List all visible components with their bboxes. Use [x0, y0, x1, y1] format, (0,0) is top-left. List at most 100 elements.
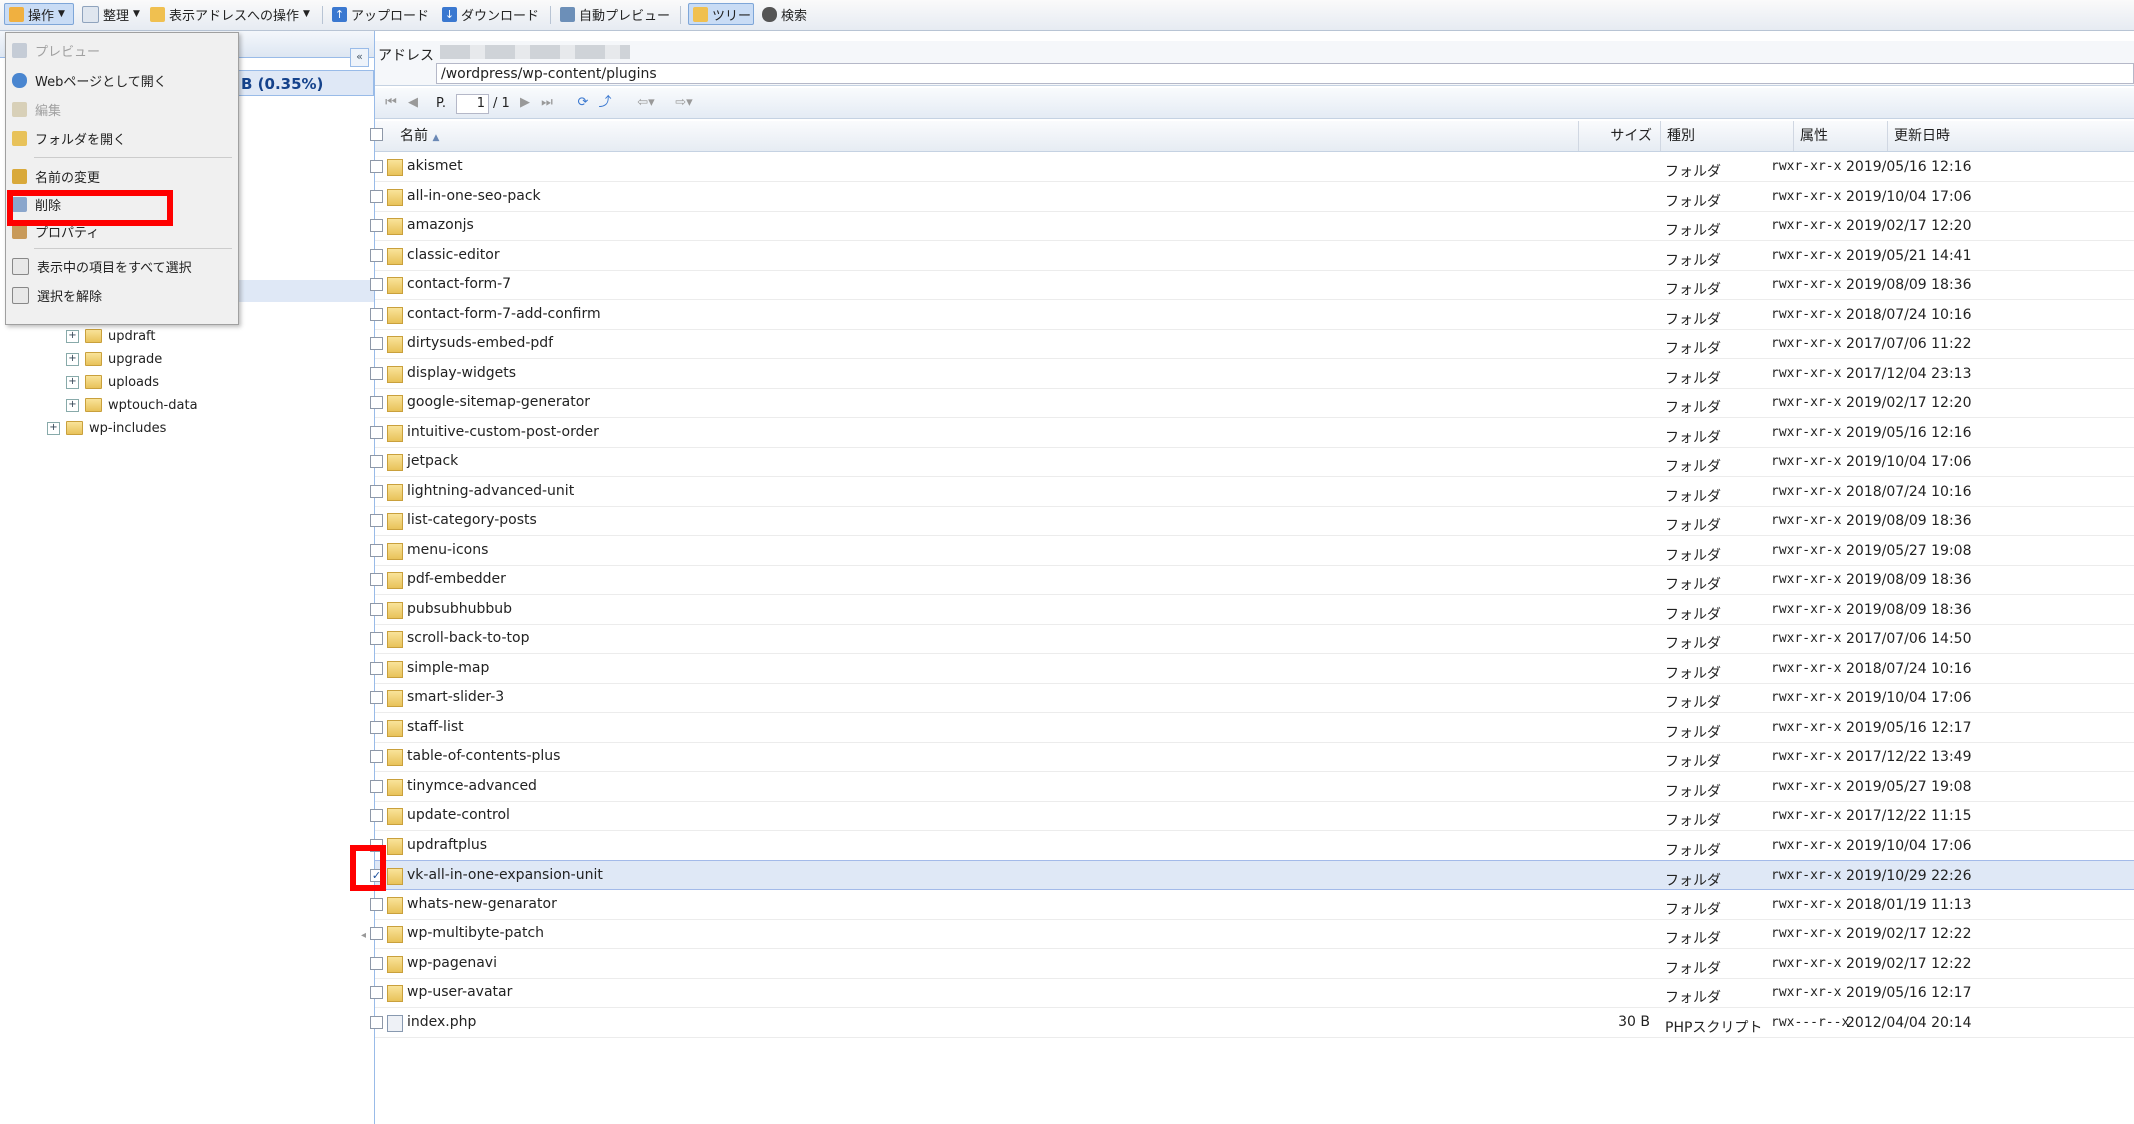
menu-item-rename[interactable]: 名前の変更 — [12, 164, 100, 188]
expand-icon[interactable]: + — [66, 329, 79, 343]
row-checkbox[interactable] — [370, 278, 383, 291]
table-row[interactable]: update-control フォルダ rwxr-xr-x 2017/12/22 11… — [370, 801, 2134, 831]
expand-icon[interactable]: + — [66, 398, 79, 412]
table-row[interactable]: whats-new-genarator フォルダ rwxr-xr-x 2018/01/… — [370, 890, 2134, 920]
row-checkbox[interactable] — [370, 544, 383, 557]
table-row[interactable]: google-sitemap-generator フォルダ rwxr-xr-x 201… — [370, 388, 2134, 418]
menu-item-preview[interactable]: プレビュー — [12, 38, 100, 62]
table-row[interactable]: contact-form-7-add-confirm フォルダ rwxr-xr-x 2… — [370, 300, 2134, 330]
table-row[interactable]: pubsubhubbub フォルダ rwxr-xr-x 2019/08/09 18:3… — [370, 595, 2134, 625]
upload-button[interactable]: ↑ アップロード — [328, 3, 438, 25]
row-checkbox[interactable] — [370, 455, 383, 468]
download-button[interactable]: ↓ ダウンロード — [438, 3, 548, 25]
table-row[interactable]: all-in-one-seo-pack フォルダ rwxr-xr-x 2019/10/… — [370, 182, 2134, 212]
table-row[interactable]: lightning-advanced-unit フォルダ rwxr-xr-x 2018… — [370, 477, 2134, 507]
column-header-perm[interactable]: 属性 — [1793, 121, 1887, 151]
select-all-checkbox[interactable] — [370, 128, 383, 141]
last-page-icon[interactable]: ⏭ — [540, 96, 554, 110]
row-checkbox[interactable] — [370, 426, 383, 439]
table-row[interactable]: scroll-back-to-top フォルダ rwxr-xr-x 2017/07/0… — [370, 624, 2134, 654]
menu-item-deselect[interactable]: 選択を解除 — [12, 283, 102, 307]
menu-item-edit[interactable]: 編集 — [12, 97, 61, 121]
row-checkbox[interactable] — [370, 396, 383, 409]
table-row[interactable]: pdf-embedder フォルダ rwxr-xr-x 2019/08/09 18:3… — [370, 565, 2134, 595]
row-checkbox[interactable] — [370, 603, 383, 616]
table-row[interactable]: intuitive-custom-post-order フォルダ rwxr-xr-x… — [370, 418, 2134, 448]
row-checkbox[interactable] — [370, 662, 383, 675]
menu-item-select-all[interactable]: 表示中の項目をすべて選択 — [12, 254, 192, 278]
row-checkbox[interactable] — [370, 780, 383, 793]
row-checkbox[interactable] — [370, 308, 383, 321]
table-row[interactable]: jetpack フォルダ rwxr-xr-x 2019/10/04 17:06 — [370, 447, 2134, 477]
expand-icon[interactable]: + — [47, 421, 60, 435]
organize-menu-button[interactable]: 整理 ▼ — [78, 3, 144, 25]
column-header-type[interactable]: 種別 — [1660, 121, 1793, 151]
table-row[interactable]: table-of-contents-plus フォルダ rwxr-xr-x 2017/… — [370, 742, 2134, 772]
collapse-pane-icon[interactable]: « — [350, 48, 369, 67]
table-row[interactable]: simple-map フォルダ rwxr-xr-x 2018/07/24 10:16 — [370, 654, 2134, 684]
menu-item-open-as-webpage[interactable]: Webページとして開く — [12, 68, 167, 92]
table-row[interactable]: contact-form-7 フォルダ rwxr-xr-x 2019/08/09 18… — [370, 270, 2134, 300]
row-checkbox[interactable] — [370, 957, 383, 970]
auto-preview-button[interactable]: 自動プレビュー — [556, 3, 674, 25]
row-checkbox[interactable] — [370, 573, 383, 586]
table-row[interactable]: staff-list フォルダ rwxr-xr-x 2019/05/16 12:17 — [370, 713, 2134, 743]
column-header-name[interactable]: 名前 ▲ — [394, 121, 1578, 151]
search-button[interactable]: 検索 — [758, 3, 818, 25]
table-row[interactable]: index.php 30 B PHPスクリプト rwx---r--x 2012/04/0… — [370, 1008, 2134, 1038]
expand-icon[interactable]: + — [66, 375, 79, 389]
row-checkbox[interactable] — [370, 691, 383, 704]
tree-item-uploads[interactable]: + uploads — [66, 372, 159, 392]
table-row[interactable]: akismet フォルダ rwxr-xr-x 2019/05/16 12:16 — [370, 152, 2134, 182]
row-checkbox[interactable] — [370, 160, 383, 173]
prev-page-icon[interactable]: ◀ — [406, 96, 420, 110]
column-header-size[interactable]: サイズ — [1578, 121, 1660, 151]
table-row[interactable]: wp-multibyte-patch フォルダ rwxr-xr-x 2019/02/1… — [370, 919, 2134, 949]
refresh-icon[interactable]: ⟳ — [576, 96, 590, 110]
tree-item-wptouch-data[interactable]: + wptouch-data — [66, 395, 198, 415]
row-checkbox[interactable] — [370, 337, 383, 350]
table-row[interactable]: wp-pagenavi フォルダ rwxr-xr-x 2019/02/17 12:22 — [370, 949, 2134, 979]
row-checkbox[interactable] — [370, 927, 383, 940]
tree-item-updraft[interactable]: + updraft — [66, 326, 156, 346]
parent-folder-icon[interactable]: ⤴ — [598, 96, 612, 110]
table-row[interactable]: classic-editor フォルダ rwxr-xr-x 2019/05/21 14… — [370, 241, 2134, 271]
table-row[interactable]: dirtysuds-embed-pdf フォルダ rwxr-xr-x 2017/07/… — [370, 329, 2134, 359]
page-number-input[interactable]: 1 — [456, 94, 489, 114]
tree-item-wp-includes[interactable]: + wp-includes — [47, 418, 166, 438]
row-checkbox[interactable] — [370, 809, 383, 822]
table-row[interactable]: ✓ vk-all-in-one-expansion-unit フォルダ rwxr-xr… — [370, 860, 2134, 890]
table-row[interactable]: list-category-posts フォルダ rwxr-xr-x 2019/08/… — [370, 506, 2134, 536]
table-row[interactable]: wp-user-avatar フォルダ rwxr-xr-x 2019/05/16 12… — [370, 978, 2134, 1008]
forward-history-icon[interactable]: ⇨▾ — [670, 96, 698, 110]
row-checkbox[interactable] — [370, 632, 383, 645]
splitter-handle-icon[interactable]: ◂ — [361, 930, 366, 941]
row-checkbox[interactable] — [370, 485, 383, 498]
expand-icon[interactable]: + — [66, 352, 79, 366]
table-row[interactable]: amazonjs フォルダ rwxr-xr-x 2019/02/17 12:20 — [370, 211, 2134, 241]
address-ops-menu-button[interactable]: 表示アドレスへの操作 ▼ — [146, 3, 318, 25]
row-checkbox[interactable] — [370, 1016, 383, 1029]
operation-menu-button[interactable]: 操作 ▼ — [4, 3, 74, 25]
row-checkbox[interactable] — [370, 367, 383, 380]
back-history-icon[interactable]: ⇦▾ — [632, 96, 660, 110]
table-row[interactable]: display-widgets フォルダ rwxr-xr-x 2017/12/04 2… — [370, 359, 2134, 389]
row-checkbox[interactable] — [370, 898, 383, 911]
row-checkbox[interactable] — [370, 514, 383, 527]
tree-toggle-button[interactable]: ツリー — [688, 3, 754, 25]
address-path-input[interactable]: /wordpress/wp-content/plugins — [436, 63, 2134, 84]
table-row[interactable]: menu-icons フォルダ rwxr-xr-x 2019/05/27 19:08 — [370, 536, 2134, 566]
row-checkbox[interactable] — [370, 219, 383, 232]
row-checkbox[interactable] — [370, 986, 383, 999]
table-row[interactable]: tinymce-advanced フォルダ rwxr-xr-x 2019/05/27 … — [370, 772, 2134, 802]
row-checkbox[interactable] — [370, 190, 383, 203]
next-page-icon[interactable]: ▶ — [518, 96, 532, 110]
first-page-icon[interactable]: ⏮ — [384, 96, 398, 110]
row-checkbox[interactable] — [370, 750, 383, 763]
table-row[interactable]: smart-slider-3 フォルダ rwxr-xr-x 2019/10/04 17… — [370, 683, 2134, 713]
menu-item-open-folder[interactable]: フォルダを開く — [12, 126, 126, 150]
column-header-date[interactable]: 更新日時 — [1887, 121, 2134, 151]
row-checkbox[interactable] — [370, 721, 383, 734]
row-checkbox[interactable] — [370, 249, 383, 262]
table-row[interactable]: updraftplus フォルダ rwxr-xr-x 2019/10/04 17:06 — [370, 831, 2134, 861]
